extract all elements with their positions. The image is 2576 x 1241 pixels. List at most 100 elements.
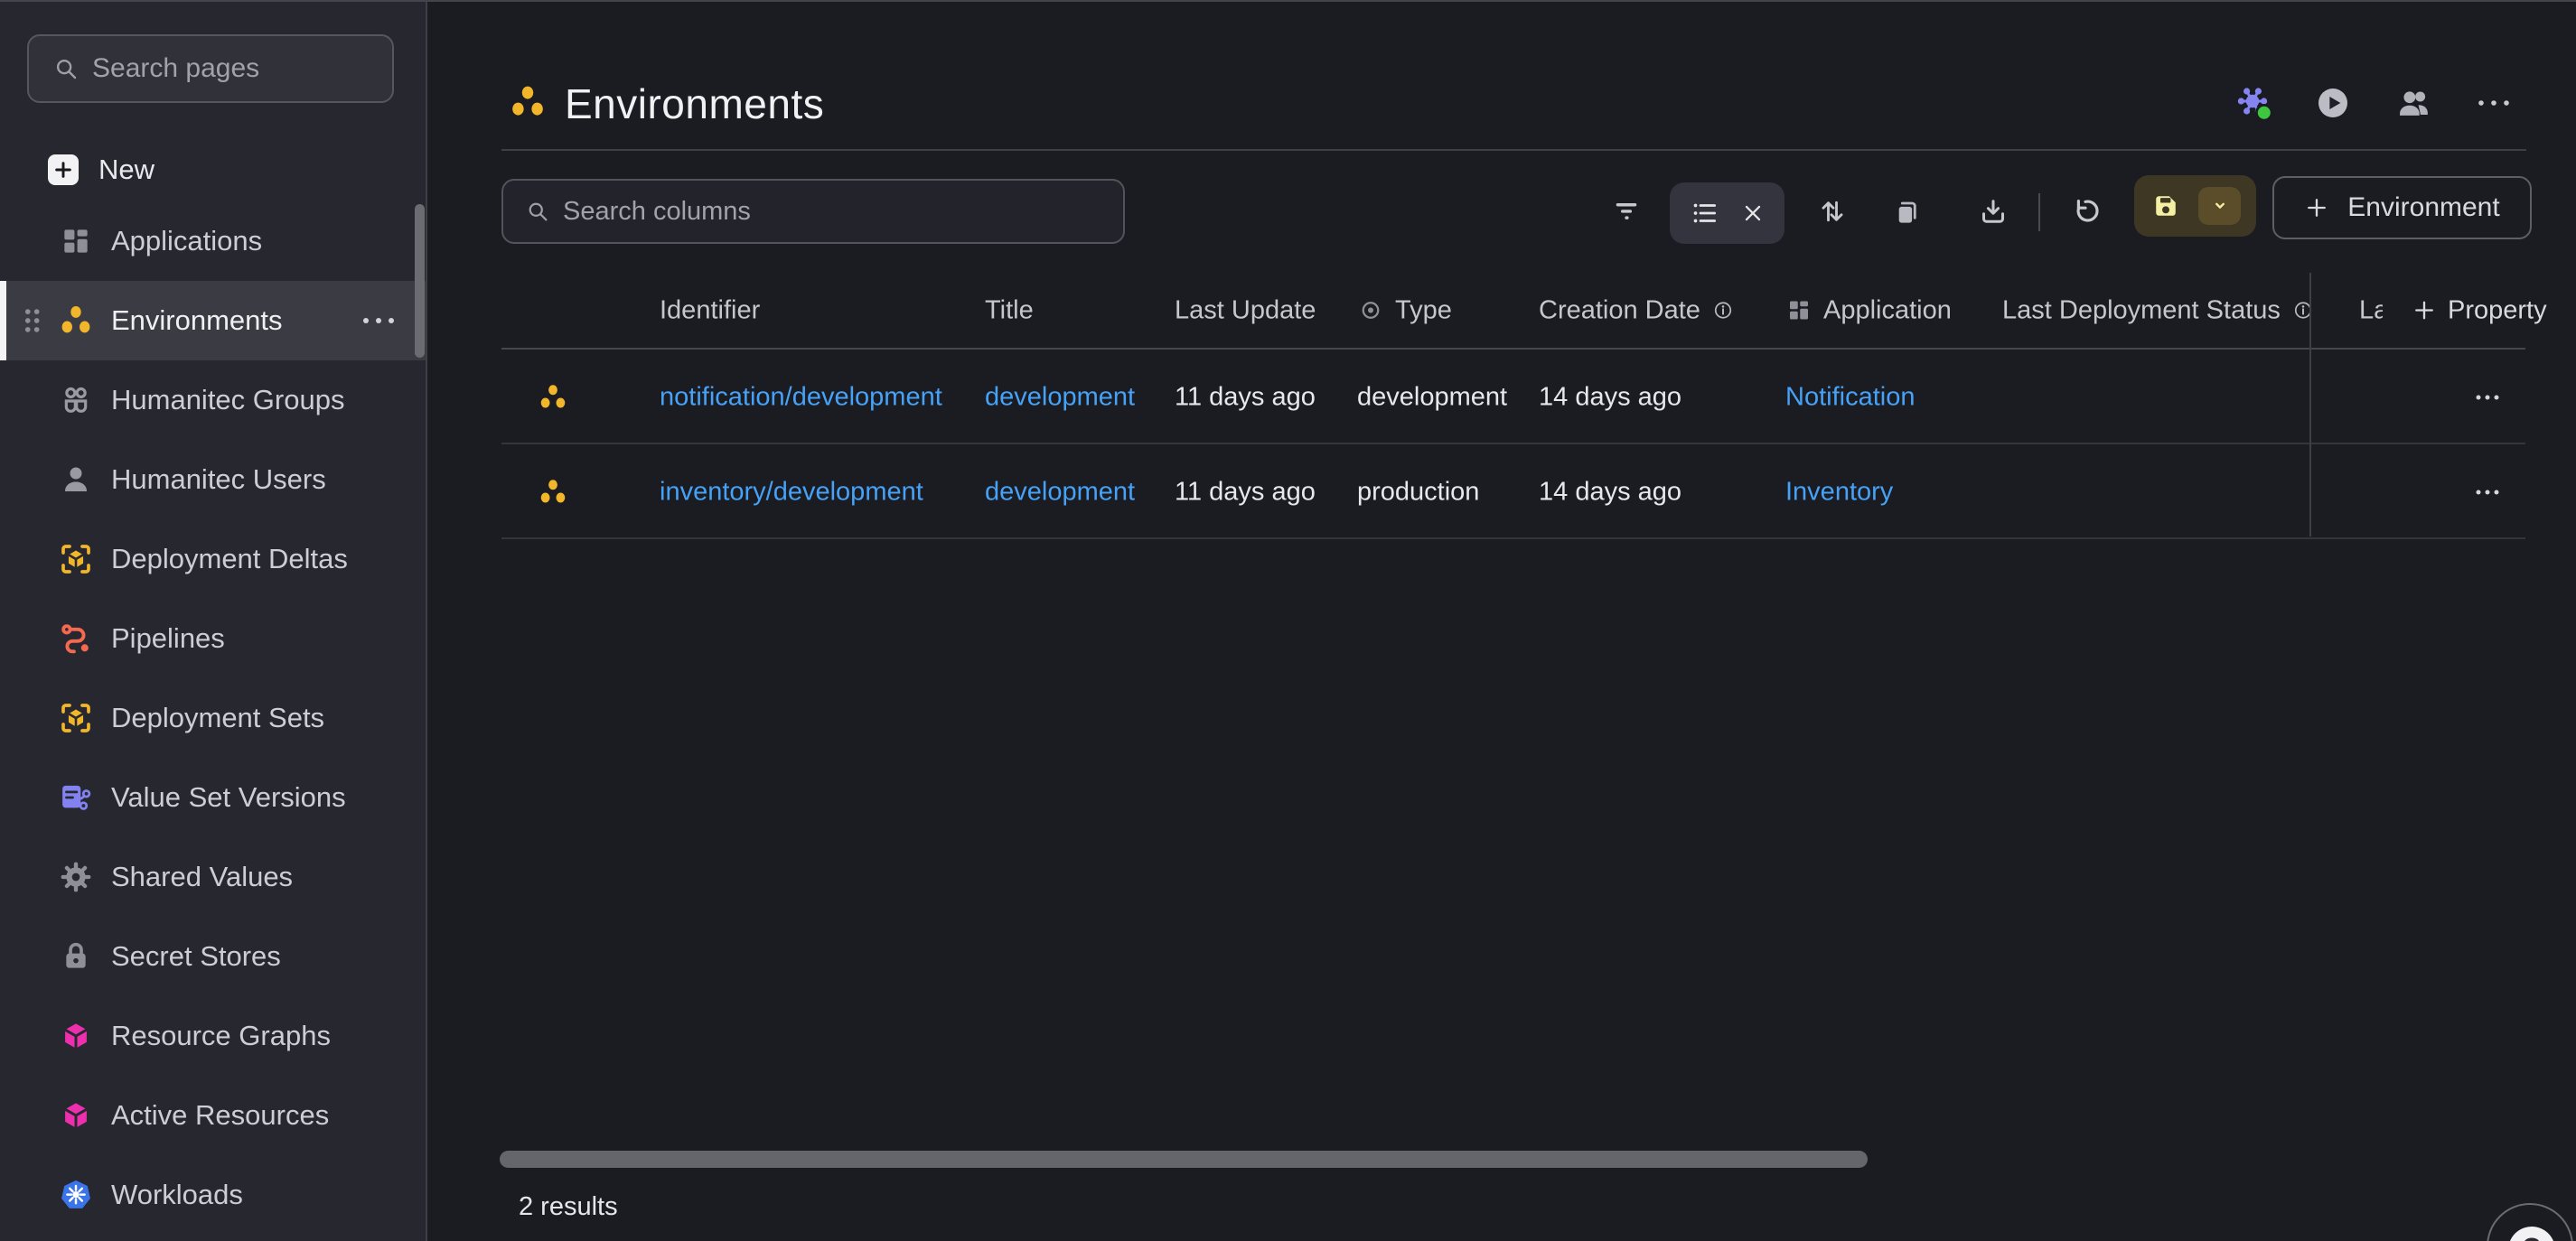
list-view-icon [1690,198,1720,229]
question-mark-icon: ? [2508,1227,2555,1241]
cell-last-update: 11 days ago [1175,382,1316,412]
cell-title-link[interactable]: development [985,477,1135,507]
environments-cluster-icon [55,300,97,341]
sidebar-item-active-resources[interactable]: Active Resources [0,1076,426,1155]
table-row[interactable]: notification/development development 11 … [501,351,2525,444]
applications-grid-icon [55,220,97,262]
download-icon[interactable] [1962,181,2024,242]
sidebar-item-value-set-versions[interactable]: Value Set Versions [0,758,426,837]
table-header: Identifier Title Last Update Type Creati… [501,273,2525,350]
table-row[interactable]: inventory/development development 11 day… [501,446,2525,539]
sidebar-item-humanitec-users[interactable]: Humanitec Users [0,440,426,519]
list-view-toggle[interactable] [1670,182,1784,244]
cell-identifier-link[interactable]: inventory/development [660,477,923,507]
cell-application-link[interactable]: Inventory [1785,477,1893,507]
people-icon[interactable] [2393,81,2436,125]
gear-icon [55,856,97,898]
new-button-label: New [98,154,155,186]
main-content: Environments [429,2,2576,1241]
close-icon[interactable] [1741,201,1765,225]
hub-status-icon[interactable] [2233,81,2276,125]
add-environment-label: Environment [2347,192,2499,223]
sidebar-item-secret-stores[interactable]: Secret Stores [0,917,426,996]
cell-identifier-link[interactable]: notification/development [660,382,942,412]
column-header-type[interactable]: Type [1357,295,1452,325]
save-menu-button[interactable] [2198,187,2241,225]
search-icon [52,55,80,82]
sidebar-item-workloads[interactable]: Workloads [0,1155,426,1235]
groups-icon [55,379,97,421]
save-icon [2149,189,2183,223]
column-header-last-deployment-status[interactable]: Last Deployment Status [2002,295,2315,325]
plus-icon [2412,298,2437,323]
kubernetes-icon [55,1174,97,1216]
resource-cube-icon [55,1095,97,1136]
columns-search [501,179,1125,244]
horizontal-scrollbar-thumb[interactable] [500,1151,1868,1168]
column-header-truncated[interactable]: La [2359,295,2383,325]
sidebar-item-deployment-sets[interactable]: Deployment Sets [0,678,426,758]
user-icon [55,459,97,500]
sidebar-item-shared-values[interactable]: Shared Values [0,837,426,917]
sidebar-item-resource-graphs[interactable]: Resource Graphs [0,996,426,1076]
results-count: 2 results [519,1192,618,1222]
value-set-icon [55,777,97,818]
sidebar-item-pipelines[interactable]: Pipelines [0,599,426,678]
sidebar-item-environments[interactable]: Environments [0,281,426,360]
environments-cluster-icon [506,80,549,124]
column-header-application[interactable]: Application [1785,295,1952,325]
resource-cube-icon [55,1015,97,1057]
plus-icon [2304,195,2329,220]
pinned-column-divider [2309,273,2311,537]
add-property-label: Property [2448,295,2547,325]
play-circle-icon[interactable] [2311,81,2355,125]
sidebar-item-applications[interactable]: Applications [0,201,426,281]
deployment-cube-icon [55,697,97,739]
cell-type: production [1357,477,1479,507]
toolbar-separator [2038,193,2040,231]
undo-icon[interactable] [2055,181,2116,242]
copy-icon[interactable] [1877,181,1938,242]
ellipsis-icon[interactable] [2472,81,2515,125]
chevron-down-icon [2208,194,2232,218]
cell-creation-date: 14 days ago [1539,477,1681,507]
sidebar-scrollbar-thumb[interactable] [415,204,425,358]
cell-application-link[interactable]: Notification [1785,382,1915,412]
drag-handle-icon[interactable] [16,303,47,339]
add-environment-button[interactable]: Environment [2272,176,2532,239]
sort-arrows-icon[interactable] [1802,181,1863,242]
info-icon [1711,299,1735,322]
cell-title-link[interactable]: development [985,382,1135,412]
filter-icon[interactable] [1596,181,1657,242]
app-root: New Applications Environments [0,0,2576,1241]
sidebar-item-humanitec-groups[interactable]: Humanitec Groups [0,360,426,440]
search-icon [525,199,550,224]
sidebar-search [27,34,394,103]
environments-cluster-icon [536,475,570,509]
sidebar-item-deployment-deltas[interactable]: Deployment Deltas [0,519,426,599]
add-property-button[interactable]: Property [2412,295,2547,325]
ellipsis-icon[interactable] [359,310,398,331]
column-header-title[interactable]: Title [985,295,1034,325]
column-header-last-update[interactable]: Last Update [1175,295,1316,325]
sidebar-nav: Applications Environments Humanitec Gr [0,201,426,1235]
pipeline-icon [55,618,97,659]
cell-creation-date: 14 days ago [1539,382,1681,412]
cell-type: development [1357,382,1507,412]
column-header-creation-date[interactable]: Creation Date [1539,295,1735,325]
save-button[interactable] [2134,175,2256,237]
sidebar-search-input[interactable] [92,53,441,84]
sidebar: New Applications Environments [0,2,427,1241]
new-button[interactable]: New [0,132,426,208]
deployment-cube-icon [55,538,97,580]
row-actions-ellipsis-icon[interactable] [2469,483,2511,501]
column-header-identifier[interactable]: Identifier [660,295,760,325]
help-button[interactable]: ? [2487,1203,2573,1241]
environments-cluster-icon [536,380,570,415]
columns-search-input[interactable] [563,197,1109,227]
page-title: Environments [565,79,824,128]
radio-icon [1357,297,1384,324]
row-actions-ellipsis-icon[interactable] [2469,388,2511,406]
header-divider [501,149,2526,151]
lock-icon [55,936,97,977]
